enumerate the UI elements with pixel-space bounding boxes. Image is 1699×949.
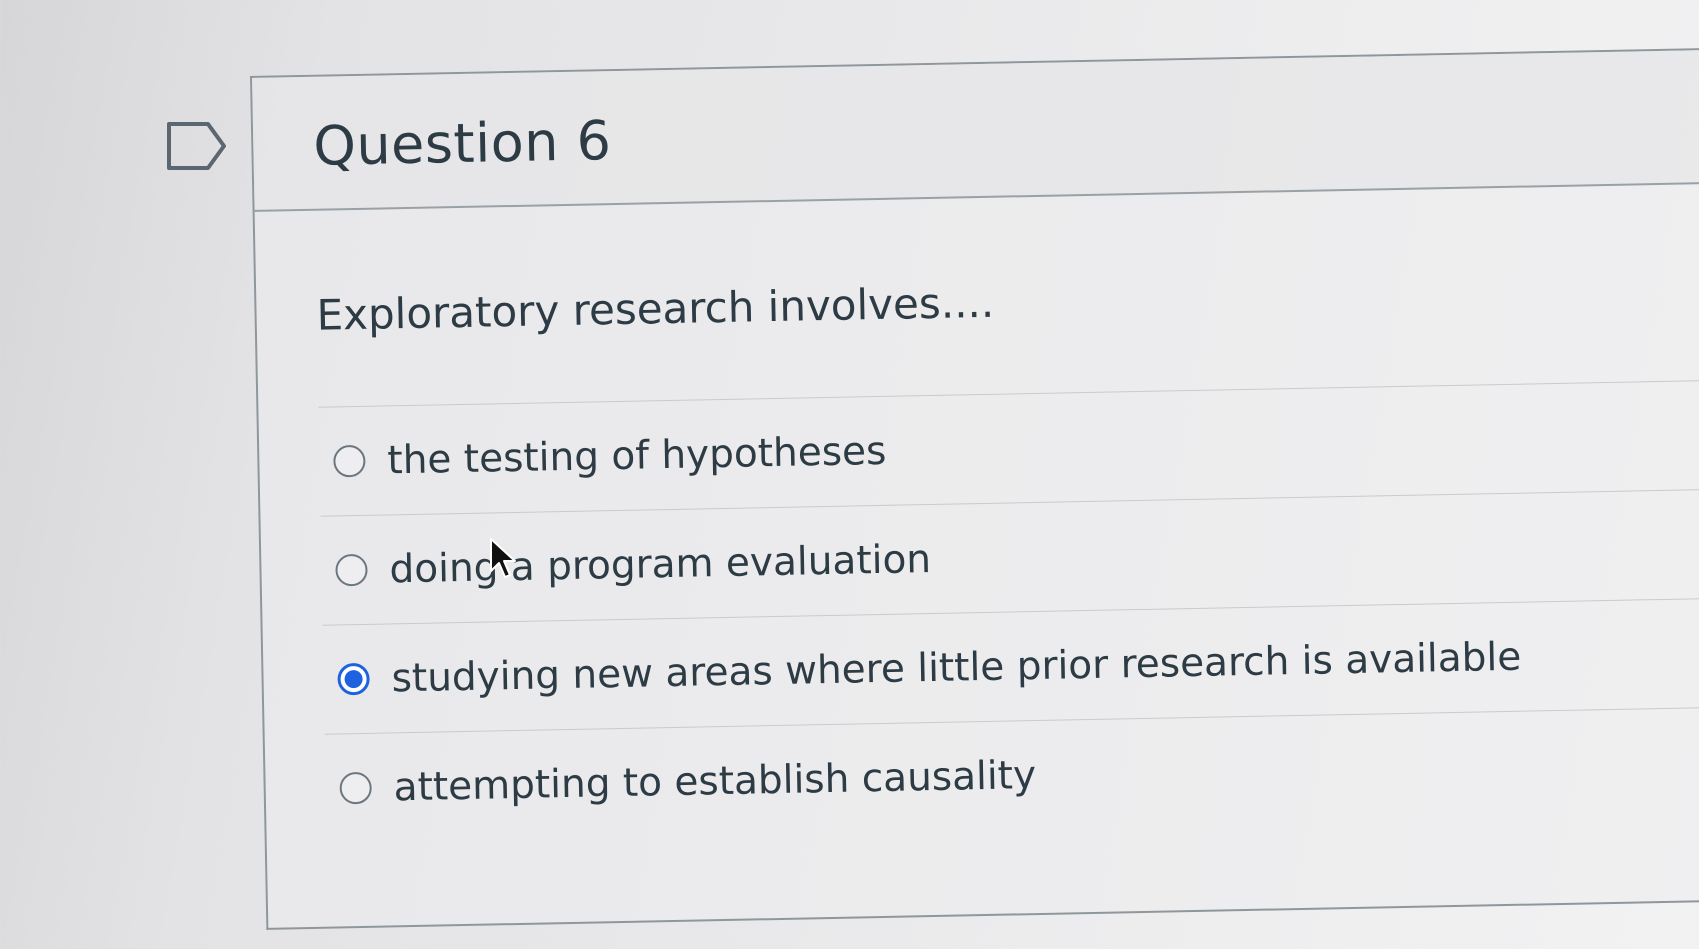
- question-title: Question 6: [312, 109, 612, 178]
- radio-button-4[interactable]: [339, 771, 372, 805]
- answer-label-2: doing a program evaluation: [389, 536, 932, 592]
- answer-label-4: attempting to establish causality: [393, 752, 1037, 810]
- radio-button-1[interactable]: [333, 444, 366, 478]
- answer-label-3: studying new areas where little prior re…: [391, 634, 1522, 701]
- mouse-pointer-icon: [490, 538, 516, 578]
- question-card: Question 6 Exploratory research involves…: [250, 46, 1699, 930]
- answer-list: the testing of hypotheses doing a progra…: [318, 378, 1699, 843]
- radio-button-2[interactable]: [335, 553, 368, 587]
- radio-button-3-selected[interactable]: [337, 662, 370, 696]
- question-text: Exploratory research involves....: [316, 277, 995, 340]
- answer-label-1: the testing of hypotheses: [386, 428, 887, 483]
- question-header: Question 6: [252, 48, 1699, 212]
- flag-question-icon[interactable]: [166, 121, 228, 171]
